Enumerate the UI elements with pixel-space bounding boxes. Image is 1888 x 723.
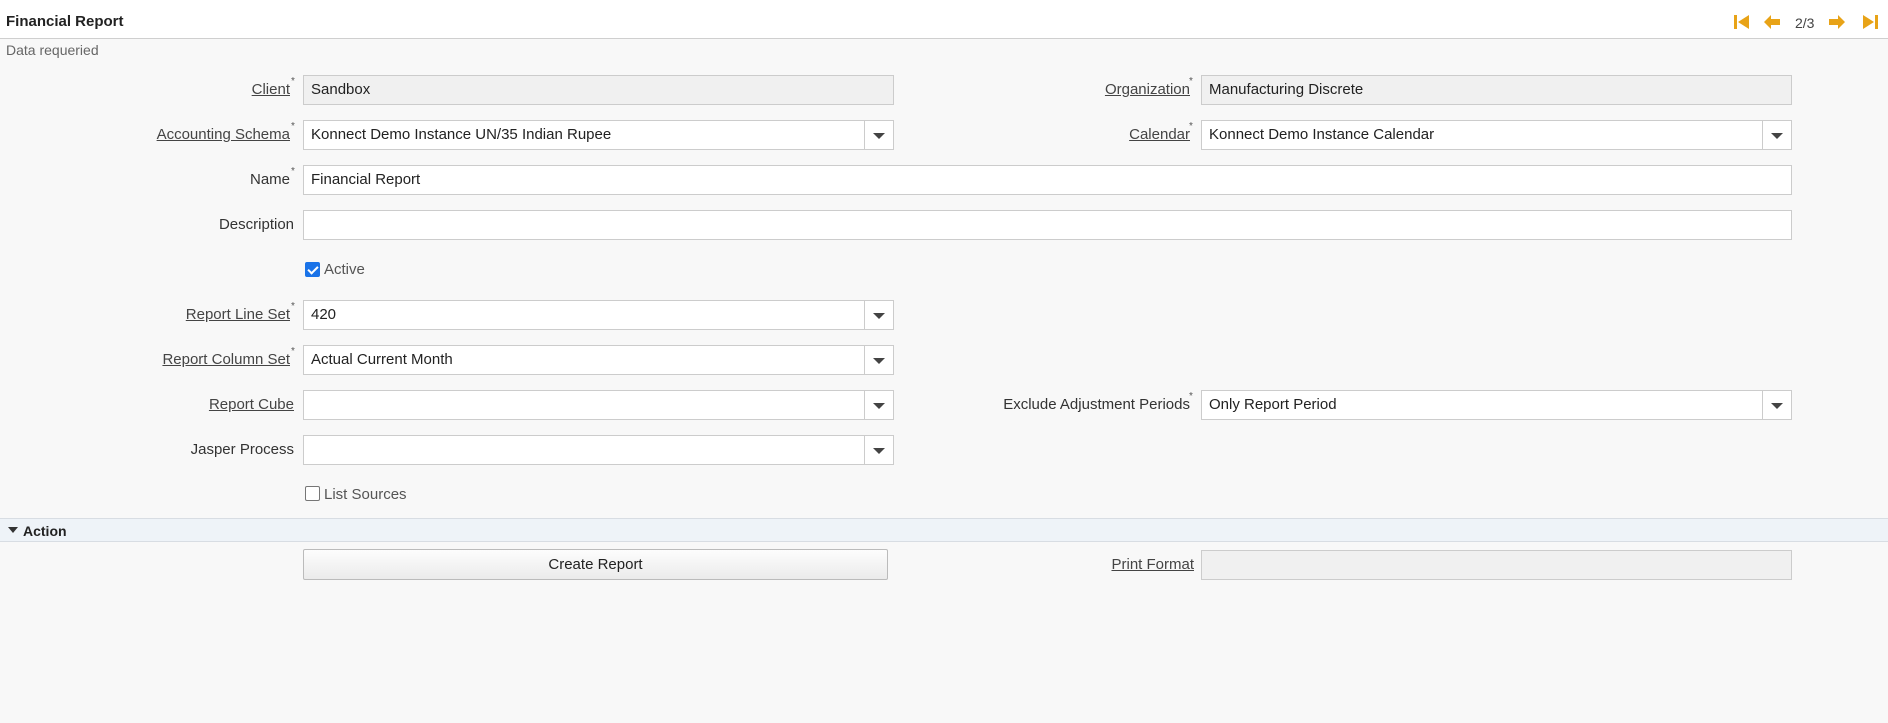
exclude-adjustment-periods-label: Exclude Adjustment Periods: [1003, 396, 1190, 413]
required-marker: *: [291, 76, 295, 87]
list-sources-checkbox[interactable]: [305, 486, 320, 501]
next-record-icon[interactable]: [1828, 13, 1846, 31]
required-marker: *: [291, 121, 295, 132]
name-field[interactable]: Financial Report: [303, 165, 1792, 195]
report-column-set-value: Actual Current Month: [311, 351, 453, 368]
accounting-schema-value: Konnect Demo Instance UN/35 Indian Rupee: [311, 126, 612, 143]
last-record-icon[interactable]: [1861, 13, 1879, 31]
list-sources-label[interactable]: List Sources: [324, 486, 407, 503]
chevron-down-icon[interactable]: [864, 121, 893, 149]
chevron-down-icon[interactable]: [864, 436, 893, 464]
organization-label[interactable]: Organization: [1105, 81, 1190, 98]
calendar-select[interactable]: Konnect Demo Instance Calendar: [1201, 120, 1792, 150]
exclude-adjustment-periods-value: Only Report Period: [1209, 396, 1337, 413]
create-report-button[interactable]: Create Report: [303, 549, 888, 580]
chevron-down-icon[interactable]: [1762, 121, 1791, 149]
required-marker: *: [1189, 121, 1193, 132]
active-label[interactable]: Active: [324, 261, 365, 278]
record-pager: 2/3: [1795, 15, 1815, 31]
accounting-schema-label[interactable]: Accounting Schema: [157, 126, 290, 143]
print-format-field[interactable]: [1201, 550, 1792, 580]
window-title: Financial Report: [6, 13, 124, 30]
report-line-set-select[interactable]: 420: [303, 300, 894, 330]
report-cube-label[interactable]: Report Cube: [209, 396, 294, 413]
report-line-set-label[interactable]: Report Line Set: [186, 306, 290, 323]
client-field[interactable]: Sandbox: [303, 75, 894, 105]
report-column-set-label[interactable]: Report Column Set: [162, 351, 290, 368]
report-cube-select[interactable]: [303, 390, 894, 420]
print-format-label[interactable]: Print Format: [1111, 556, 1194, 573]
required-marker: *: [1189, 391, 1193, 402]
previous-record-icon[interactable]: [1763, 13, 1781, 31]
required-marker: *: [291, 166, 295, 177]
chevron-down-icon[interactable]: [1762, 391, 1791, 419]
window-header: Financial Report 2/3: [0, 0, 1888, 39]
description-label: Description: [218, 216, 294, 233]
jasper-process-select[interactable]: [303, 435, 894, 465]
report-line-set-value: 420: [311, 306, 337, 323]
client-label[interactable]: Client: [252, 81, 290, 98]
required-marker: *: [291, 346, 295, 357]
status-message: Data requeried: [6, 42, 99, 58]
report-column-set-select[interactable]: Actual Current Month: [303, 345, 894, 375]
chevron-down-icon[interactable]: [864, 346, 893, 374]
organization-field[interactable]: Manufacturing Discrete: [1201, 75, 1792, 105]
accounting-schema-select[interactable]: Konnect Demo Instance UN/35 Indian Rupee: [303, 120, 894, 150]
description-field[interactable]: [303, 210, 1792, 240]
chevron-down-icon[interactable]: [864, 301, 893, 329]
exclude-adjustment-periods-select[interactable]: Only Report Period: [1201, 390, 1792, 420]
first-record-icon[interactable]: [1733, 13, 1751, 31]
chevron-down-icon[interactable]: [864, 391, 893, 419]
jasper-process-label: Jasper Process: [190, 441, 294, 458]
calendar-value: Konnect Demo Instance Calendar: [1209, 126, 1435, 143]
required-marker: *: [291, 301, 295, 312]
action-section-header[interactable]: Action: [0, 518, 1888, 542]
collapse-triangle-icon[interactable]: [8, 527, 18, 533]
calendar-label[interactable]: Calendar: [1129, 126, 1190, 143]
section-title: Action: [23, 523, 67, 539]
required-marker: *: [1189, 76, 1193, 87]
name-label: Name: [249, 171, 290, 188]
active-checkbox[interactable]: [305, 262, 320, 277]
